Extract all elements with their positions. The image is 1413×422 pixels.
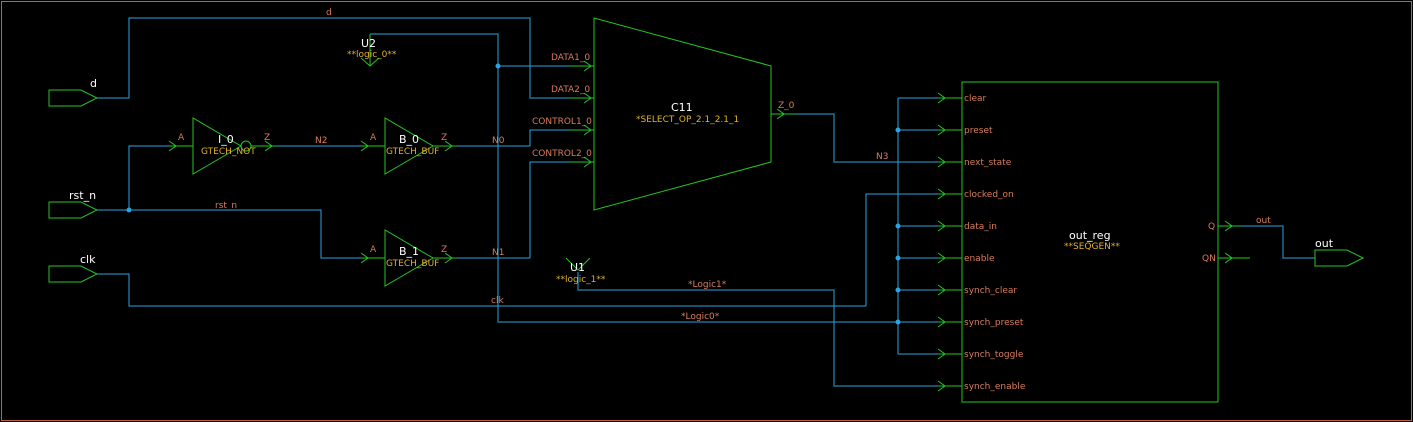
b0-pin-z: Z xyxy=(441,133,447,143)
sheet-border xyxy=(1,1,1412,421)
c11-pin-data1: DATA1_0 xyxy=(551,53,590,63)
port-clk[interactable]: clk xyxy=(48,253,99,283)
port-rst-n[interactable]: rst_n xyxy=(48,189,99,219)
cell-i0-ref: GTECH_NOT xyxy=(201,147,256,157)
port-d[interactable]: d xyxy=(48,77,99,107)
c11-pin-control1: CONTROL1_0 xyxy=(532,117,592,127)
port-label-out: out xyxy=(1315,237,1334,250)
net-label-clk: clk xyxy=(491,296,504,306)
b1-pin-a: A xyxy=(370,245,377,255)
cell-u2-logic0[interactable]: U2 **logic_0** xyxy=(347,34,397,67)
cell-out-reg-name: out_reg xyxy=(1069,229,1111,242)
i0-pin-z: Z xyxy=(264,133,270,143)
cell-b0-ref: GTECH_BUF xyxy=(386,147,439,157)
net-label-n1: N1 xyxy=(492,248,504,258)
net-label-n2: N2 xyxy=(315,136,327,146)
cell-i0-name: I_0 xyxy=(218,133,234,146)
out-reg-pin-synch-preset: synch_preset xyxy=(964,318,1024,328)
net-label-n0: N0 xyxy=(492,136,505,146)
cell-u1-logic1[interactable]: U1 **logic_1** xyxy=(556,257,606,285)
net-label-d: d xyxy=(326,8,332,18)
cell-c11-name: C11 xyxy=(671,101,693,114)
cell-b1-ref: GTECH_BUF xyxy=(386,259,439,269)
cell-c11-ref: *SELECT_OP_2.1_2.1_1 xyxy=(636,115,739,125)
cell-b0-name: B_0 xyxy=(399,133,419,146)
out-reg-input-pins xyxy=(937,92,962,392)
wire-logic0[interactable] xyxy=(370,33,938,323)
out-reg-pin-enable: enable xyxy=(964,254,995,264)
c11-pin-z0: Z_0 xyxy=(778,101,795,111)
out-reg-output-pins xyxy=(1218,220,1250,264)
cell-u2-name: U2 xyxy=(361,37,376,50)
c11-pin-data2: DATA2_0 xyxy=(551,85,590,95)
cell-u1-ref: **logic_1** xyxy=(556,275,606,285)
cell-out-reg-ref: **SEQGEN** xyxy=(1064,242,1120,252)
cell-u1-name: U1 xyxy=(570,261,585,274)
net-label-logic1: *Logic1* xyxy=(688,280,727,290)
out-reg-pin-preset: preset xyxy=(964,126,993,136)
wire-n0[interactable] xyxy=(435,129,592,147)
port-out[interactable]: out xyxy=(1314,237,1365,267)
cell-i0-not-gate[interactable]: A Z I_0 GTECH_NOT xyxy=(168,117,275,175)
schematic-canvas: d rst_n N2 N0 N1 clk N3 *Logic1* *Logic0… xyxy=(1,1,1412,421)
out-reg-pin-synch-enable: synch_enable xyxy=(964,382,1026,392)
net-label-out: out xyxy=(1256,216,1271,226)
i0-pin-a: A xyxy=(178,133,185,143)
wire-out[interactable] xyxy=(1235,225,1315,259)
port-label-clk: clk xyxy=(80,253,96,266)
cell-b0-buffer[interactable]: A Z B_0 GTECH_BUF xyxy=(360,117,457,175)
cell-c11-select-op[interactable]: DATA1_0 DATA2_0 CONTROL1_0 CONTROL2_0 Z_… xyxy=(532,17,795,211)
wire-z0-n3[interactable] xyxy=(771,113,938,163)
c11-pin-control2: CONTROL2_0 xyxy=(532,149,592,159)
wire-n1[interactable] xyxy=(435,161,592,259)
out-reg-pin-data-in: data_in xyxy=(964,222,997,232)
cell-u2-ref: **logic_0** xyxy=(347,50,397,60)
out-reg-pin-synch-clear: synch_clear xyxy=(964,286,1017,296)
out-reg-pin-q: Q xyxy=(1208,222,1215,232)
out-reg-pin-clocked-on: clocked_on xyxy=(964,190,1014,200)
cell-b1-buffer[interactable]: A Z B_1 GTECH_BUF xyxy=(360,229,457,287)
wire-d[interactable] xyxy=(97,17,592,99)
port-label-rst-n: rst_n xyxy=(69,189,96,202)
out-reg-pin-qn: QN xyxy=(1202,254,1216,264)
cell-out-reg-seqgen[interactable]: clear preset next_state clocked_on data_… xyxy=(937,81,1250,403)
out-reg-pin-clear: clear xyxy=(964,94,987,104)
cell-b1-name: B_1 xyxy=(399,245,419,258)
wire-rst-n[interactable] xyxy=(97,145,385,259)
net-label-rst-n: rst_n xyxy=(215,201,237,211)
net-label-n3: N3 xyxy=(876,152,888,162)
out-reg-pin-synch-toggle: synch_toggle xyxy=(964,350,1024,360)
b0-pin-a: A xyxy=(370,133,377,143)
b1-pin-z: Z xyxy=(441,245,447,255)
wire-logic1[interactable] xyxy=(577,272,938,387)
port-label-d: d xyxy=(90,77,97,90)
out-reg-pin-next-state: next_state xyxy=(964,158,1012,168)
wire-logic0-bus[interactable] xyxy=(897,97,938,355)
net-label-logic0: *Logic0* xyxy=(681,312,720,322)
